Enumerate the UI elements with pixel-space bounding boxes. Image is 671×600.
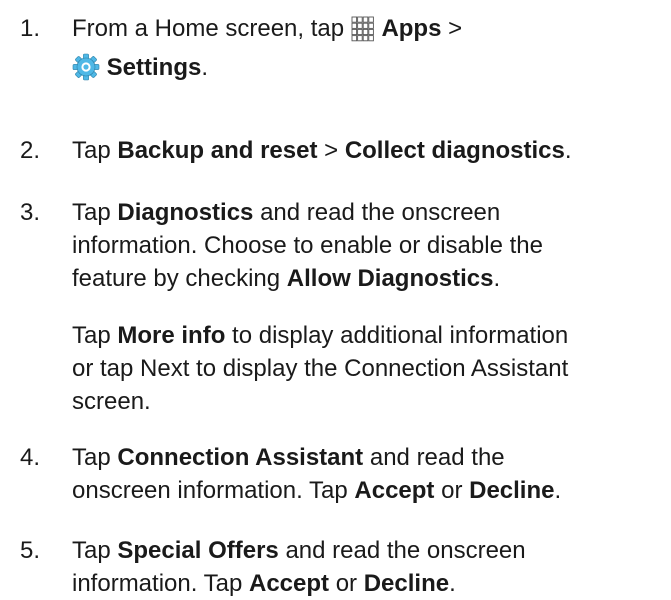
step-line: Tap Diagnostics and read the onscreen xyxy=(72,196,665,229)
step-text: Tap Backup and reset > Collect diagnosti… xyxy=(72,134,665,167)
step-line: feature by checking Allow Diagnostics. xyxy=(72,262,665,295)
text-run: > xyxy=(317,137,345,164)
step-line: Tap Backup and reset > Collect diagnosti… xyxy=(72,134,665,167)
bold-term: Decline xyxy=(363,570,450,597)
text-run: . xyxy=(201,54,209,81)
text-run xyxy=(100,54,107,81)
step-number: 5. xyxy=(20,537,41,564)
step-number: 2. xyxy=(20,137,41,164)
bold-term: Accept xyxy=(249,570,330,597)
text-run: or xyxy=(434,477,470,504)
text-run: onscreen information. Tap xyxy=(72,477,355,504)
step-line: From a Home screen, tap Apps > xyxy=(72,12,665,51)
step-5: 5. Tap Special Offers and read the onscre… xyxy=(20,534,665,600)
text-run: From a Home screen, tap xyxy=(72,15,351,42)
step-1: 1. From a Home screen, tap Apps > Setting… xyxy=(20,12,665,90)
text-run: or tap Next to display the Connection As… xyxy=(72,355,569,382)
text-run: Tap xyxy=(72,537,118,564)
step-4: 4. Tap Connection Assistant and read the o… xyxy=(20,441,665,507)
text-run: information. Tap xyxy=(72,570,249,597)
bold-term: Accept xyxy=(354,477,435,504)
step-2: 2. Tap Backup and reset > Collect diagnos… xyxy=(20,134,665,167)
step-text: Tap More info to display additional info… xyxy=(72,319,665,418)
step-line: or tap Next to display the Connection As… xyxy=(72,352,665,385)
bold-term: Diagnostics xyxy=(117,199,254,226)
text-run: to display additional information xyxy=(225,322,569,349)
bold-term: More info xyxy=(117,322,226,349)
step-text: Tap Connection Assistant and read the ons… xyxy=(72,441,665,507)
settings-gear-icon xyxy=(72,53,100,90)
text-run: . xyxy=(449,570,456,597)
bold-term: Decline xyxy=(469,477,555,504)
text-run: information. Choose to enable or disable… xyxy=(72,232,543,259)
text-run: feature by checking xyxy=(72,265,287,292)
step-3-note: Tap More info to display additional info… xyxy=(20,319,665,418)
text-run: . xyxy=(564,137,572,164)
step-line: Tap More info to display additional info… xyxy=(72,319,665,352)
bold-term: Settings xyxy=(106,54,202,81)
text-run: screen. xyxy=(72,388,151,415)
step-number: 4. xyxy=(20,444,41,471)
step-number: 3. xyxy=(20,199,41,226)
step-line: onscreen information. Tap Accept or Decl… xyxy=(72,474,665,507)
text-run: and read the onscreen xyxy=(253,199,501,226)
bold-term: Allow Diagnostics xyxy=(286,265,494,292)
text-run: . xyxy=(554,477,562,504)
step-line: Tap Special Offers and read the onscreen xyxy=(72,534,665,567)
text-run: Tap xyxy=(72,322,118,349)
step-line: Tap Connection Assistant and read the xyxy=(72,441,665,474)
step-line: Settings. xyxy=(72,51,665,90)
step-text: From a Home screen, tap Apps > Settings. xyxy=(72,12,665,90)
step-3: 3. Tap Diagnostics and read the onscreen i… xyxy=(20,196,665,295)
text-run: Tap xyxy=(72,444,118,471)
step-number: 1. xyxy=(20,15,41,42)
text-run: Tap xyxy=(72,137,118,164)
text-run: and read the onscreen xyxy=(278,537,526,564)
text-run: and read the xyxy=(363,444,505,471)
bold-term: Backup and reset xyxy=(117,137,318,164)
bold-term: Apps xyxy=(381,15,442,42)
step-line: screen. xyxy=(72,385,665,418)
apps-grid-icon xyxy=(351,16,375,51)
text-run: Tap xyxy=(72,199,118,226)
text-run: > xyxy=(441,15,463,42)
step-text: Tap Special Offers and read the onscreen… xyxy=(72,534,665,600)
text-run: . xyxy=(493,265,501,292)
bold-term: Collect diagnostics xyxy=(344,137,565,164)
bold-term: Connection Assistant xyxy=(117,444,364,471)
text-run: or xyxy=(329,570,364,597)
step-text: Tap Diagnostics and read the onscreen inf… xyxy=(72,196,665,295)
bold-term: Special Offers xyxy=(117,537,279,564)
step-line: information. Choose to enable or disable… xyxy=(72,229,665,262)
